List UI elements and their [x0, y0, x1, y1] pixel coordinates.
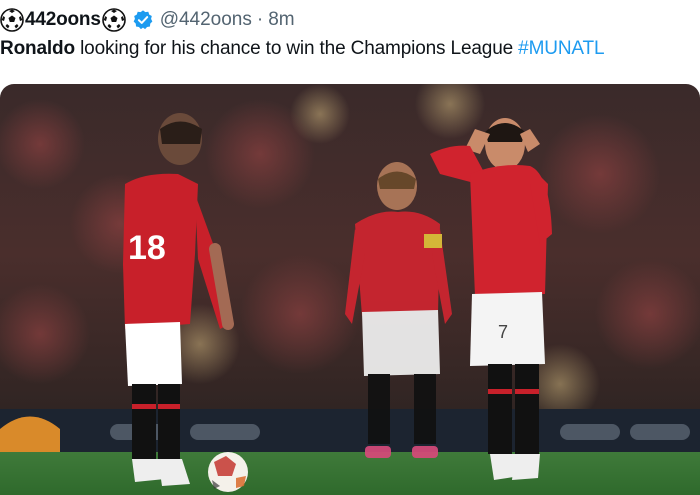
display-name[interactable]: 442oons [25, 9, 101, 31]
football-icon [101, 8, 126, 32]
tweet-media-photo[interactable]: 18 7 [0, 84, 700, 495]
football-icon [0, 8, 24, 32]
football-scene-image: 18 7 [0, 84, 700, 495]
verified-badge-icon [133, 10, 153, 30]
hashtag-link[interactable]: #MUNATL [518, 38, 604, 59]
tweet-text-body: looking for his chance to win the Champi… [74, 38, 519, 59]
tweet-header: 442oons @442oons · 8m [0, 6, 700, 34]
user-handle[interactable]: @442oons [160, 9, 252, 31]
football-ball [208, 452, 248, 492]
shirt-number-18: 18 [128, 229, 166, 267]
timestamp[interactable]: 8m [268, 9, 294, 31]
tweet-text: Ronaldo looking for his chance to win th… [0, 38, 700, 64]
shirt-number-7: 7 [498, 322, 508, 342]
tweet-text-bold: Ronaldo [0, 38, 75, 59]
separator-dot: · [256, 9, 264, 30]
